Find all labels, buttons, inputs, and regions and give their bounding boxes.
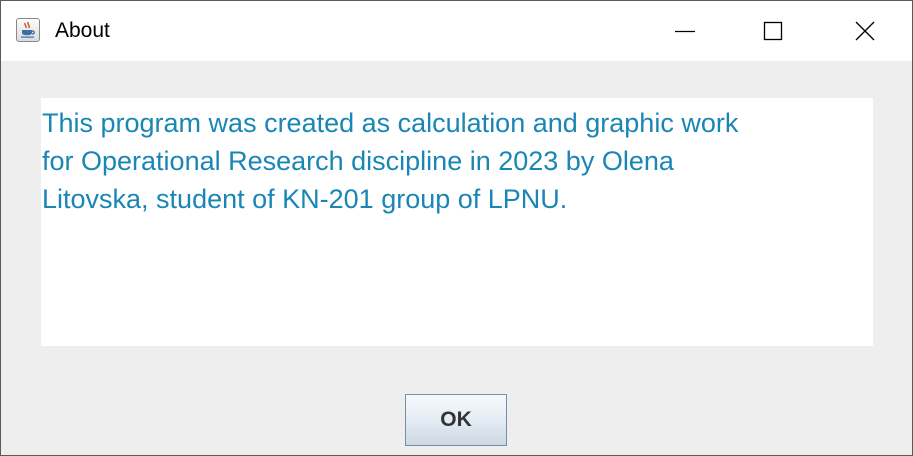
minimize-button[interactable]: [639, 1, 731, 61]
close-button[interactable]: [819, 1, 911, 61]
maximize-button[interactable]: [727, 1, 819, 61]
window-title: About: [55, 19, 110, 42]
about-message: This program was created as calculation …: [42, 108, 739, 214]
close-icon: [855, 21, 875, 41]
message-area: This program was created as calculation …: [41, 98, 873, 346]
title-bar[interactable]: About: [1, 1, 912, 61]
minimize-icon: [675, 30, 695, 33]
ok-button[interactable]: OK: [405, 394, 507, 446]
about-dialog: About This program was created as calcul…: [0, 0, 913, 456]
java-coffee-cup-icon[interactable]: [16, 18, 40, 42]
maximize-icon: [763, 21, 783, 41]
